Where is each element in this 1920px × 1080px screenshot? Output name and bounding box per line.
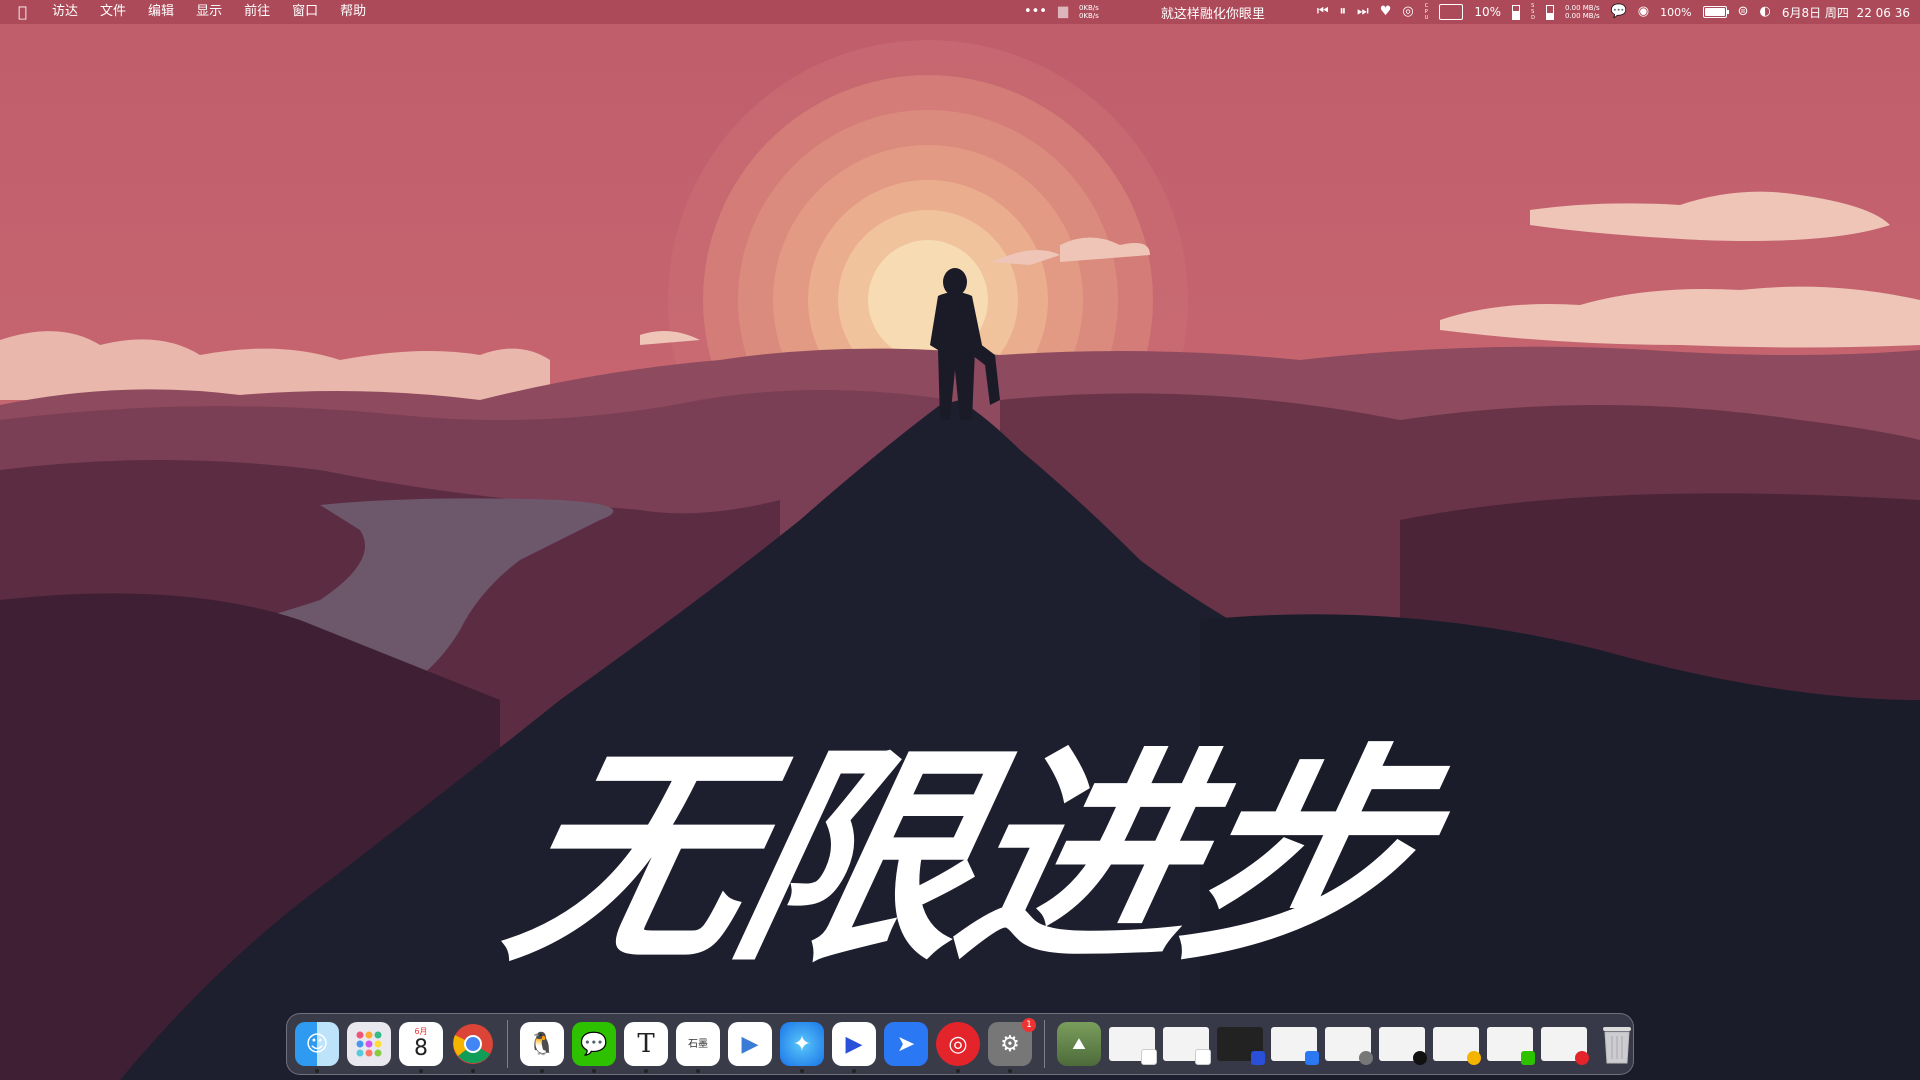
- more-icon[interactable]: •••: [1024, 0, 1047, 24]
- now-playing-title[interactable]: 就这样融化你眼里: [1161, 3, 1265, 22]
- menu-file[interactable]: 文件: [89, 0, 137, 24]
- dock-shimo[interactable]: 石墨: [676, 1022, 720, 1073]
- dock-chrome[interactable]: [451, 1022, 495, 1073]
- video-player-icon: ▶: [845, 1031, 863, 1057]
- net-up-speed: 0KB/s: [1078, 4, 1099, 12]
- dock-trash[interactable]: [1595, 1022, 1639, 1066]
- minimized-window-feishu[interactable]: [1271, 1027, 1319, 1065]
- memory-bar[interactable]: [1512, 4, 1521, 20]
- shimo-icon: 石墨: [688, 1038, 708, 1050]
- settings-badge-icon: [1359, 1051, 1373, 1065]
- control-center-icon[interactable]: ⊜: [1738, 0, 1749, 24]
- previous-track-icon[interactable]: ⏮: [1317, 0, 1329, 24]
- play-icon: ▶: [741, 1031, 759, 1057]
- minimized-window-qq[interactable]: [1379, 1027, 1427, 1065]
- network-monitor-icon[interactable]: ▆: [1058, 0, 1068, 24]
- battery-percent[interactable]: 100%: [1660, 6, 1691, 19]
- iina-badge-icon: [1251, 1051, 1265, 1065]
- calendar-badge-icon: [1141, 1049, 1157, 1065]
- menu-finder[interactable]: 访达: [41, 0, 89, 24]
- cpu-graph[interactable]: [1439, 4, 1464, 20]
- menu-edit[interactable]: 编辑: [137, 0, 185, 24]
- shazam-icon[interactable]: ◉: [1638, 0, 1649, 24]
- minimized-window-settings[interactable]: [1325, 1027, 1373, 1065]
- textedit-badge-icon: [1195, 1049, 1211, 1065]
- chrome-badge-icon: [1467, 1051, 1481, 1065]
- chrome-icon: [453, 1024, 493, 1064]
- menu-bar:  访达 文件 编辑 显示 前往 窗口 帮助 ••• ▆ 0KB/s 0KB/s…: [0, 0, 1920, 24]
- cpu-usage[interactable]: 10%: [1474, 5, 1501, 19]
- qq-penguin-icon: 🐧: [528, 1031, 556, 1057]
- menu-help[interactable]: 帮助: [329, 0, 377, 24]
- network-speed[interactable]: 0KB/s 0KB/s: [1079, 4, 1099, 20]
- wechat-icon: 💬: [580, 1031, 608, 1057]
- wechat-icon[interactable]: 💬: [1611, 0, 1627, 24]
- trash-icon: [1603, 1027, 1631, 1064]
- dock-launchpad[interactable]: [347, 1022, 391, 1066]
- netease-music-icon[interactable]: ◎: [1402, 0, 1413, 24]
- dock-photo-thumbnail[interactable]: ⛰: [1057, 1022, 1101, 1066]
- minimized-window-video[interactable]: [1217, 1027, 1265, 1065]
- dock: ☺ 6月 8 🐧 💬 T 石墨 ▶ ✦ ▶ ➤ ◎ ⚙ 1 ⛰: [286, 1013, 1634, 1075]
- finder-icon: ☺: [305, 1031, 329, 1057]
- ssd-label: S S D: [1531, 3, 1535, 21]
- calendar-day: 8: [414, 1036, 428, 1061]
- notification-badge: 1: [1022, 1018, 1036, 1032]
- net-down-speed: 0KB/s: [1078, 12, 1099, 20]
- dock-typora[interactable]: T: [624, 1022, 668, 1073]
- dock-qq[interactable]: 🐧: [520, 1022, 564, 1073]
- battery-icon[interactable]: [1702, 6, 1729, 18]
- dock-system-settings[interactable]: ⚙ 1: [988, 1018, 1036, 1073]
- netease-badge-icon: [1575, 1051, 1589, 1065]
- wallpaper-slogan: 无限进步: [488, 726, 1442, 993]
- apple-menu-icon[interactable]: : [10, 0, 41, 24]
- netease-music-icon: ◎: [948, 1031, 968, 1057]
- menu-window[interactable]: 窗口: [281, 0, 329, 24]
- minimized-window-wechat[interactable]: [1487, 1027, 1535, 1065]
- dock-finder[interactable]: ☺: [295, 1022, 339, 1073]
- minimized-window-calendar[interactable]: [1109, 1027, 1157, 1065]
- heart-icon[interactable]: ♥: [1380, 0, 1392, 24]
- cpu-label: C P U: [1424, 3, 1429, 21]
- disk-speed[interactable]: 0.00 MB/s 0.00 MB/s: [1565, 4, 1600, 20]
- textedit-icon: T: [637, 1029, 655, 1059]
- menubar-clock[interactable]: 6月8日 周四 22 06 36: [1782, 4, 1910, 21]
- pause-icon[interactable]: ⏸: [1340, 0, 1347, 24]
- disk-write-speed: 0.00 MB/s: [1564, 12, 1600, 20]
- paper-plane-icon: ➤: [896, 1031, 916, 1057]
- minimized-window-textedit[interactable]: [1163, 1027, 1211, 1065]
- feishu-badge-icon: [1305, 1051, 1319, 1065]
- next-track-icon[interactable]: ⏭: [1357, 0, 1369, 24]
- dock-separator: [1044, 1020, 1045, 1068]
- launchpad-icon: [356, 1031, 382, 1057]
- disk-bar[interactable]: [1545, 4, 1554, 20]
- qq-badge-icon: [1413, 1051, 1427, 1065]
- disk-read-speed: 0.00 MB/s: [1564, 4, 1600, 12]
- dock-feishu[interactable]: ➤: [884, 1022, 928, 1066]
- gear-icon: ⚙: [1000, 1031, 1020, 1057]
- siri-icon[interactable]: ◐: [1760, 0, 1771, 24]
- dock-wechat[interactable]: 💬: [572, 1022, 616, 1073]
- dock-netease-music[interactable]: ◎: [936, 1022, 980, 1073]
- wechat-badge-icon: [1521, 1051, 1535, 1065]
- minimized-window-music[interactable]: [1541, 1027, 1589, 1065]
- menu-view[interactable]: 显示: [185, 0, 233, 24]
- dock-separator: [507, 1020, 508, 1068]
- dock-calendar[interactable]: 6月 8: [399, 1022, 443, 1073]
- compass-icon: ✦: [792, 1031, 812, 1057]
- landscape-photo-icon: ⛰: [1072, 1034, 1086, 1053]
- minimized-window-chrome[interactable]: [1433, 1027, 1481, 1065]
- dock-iina[interactable]: ▶: [832, 1022, 876, 1073]
- dock-infuse[interactable]: ▶: [728, 1022, 772, 1066]
- dock-safari[interactable]: ✦: [780, 1022, 824, 1073]
- menu-go[interactable]: 前往: [233, 0, 281, 24]
